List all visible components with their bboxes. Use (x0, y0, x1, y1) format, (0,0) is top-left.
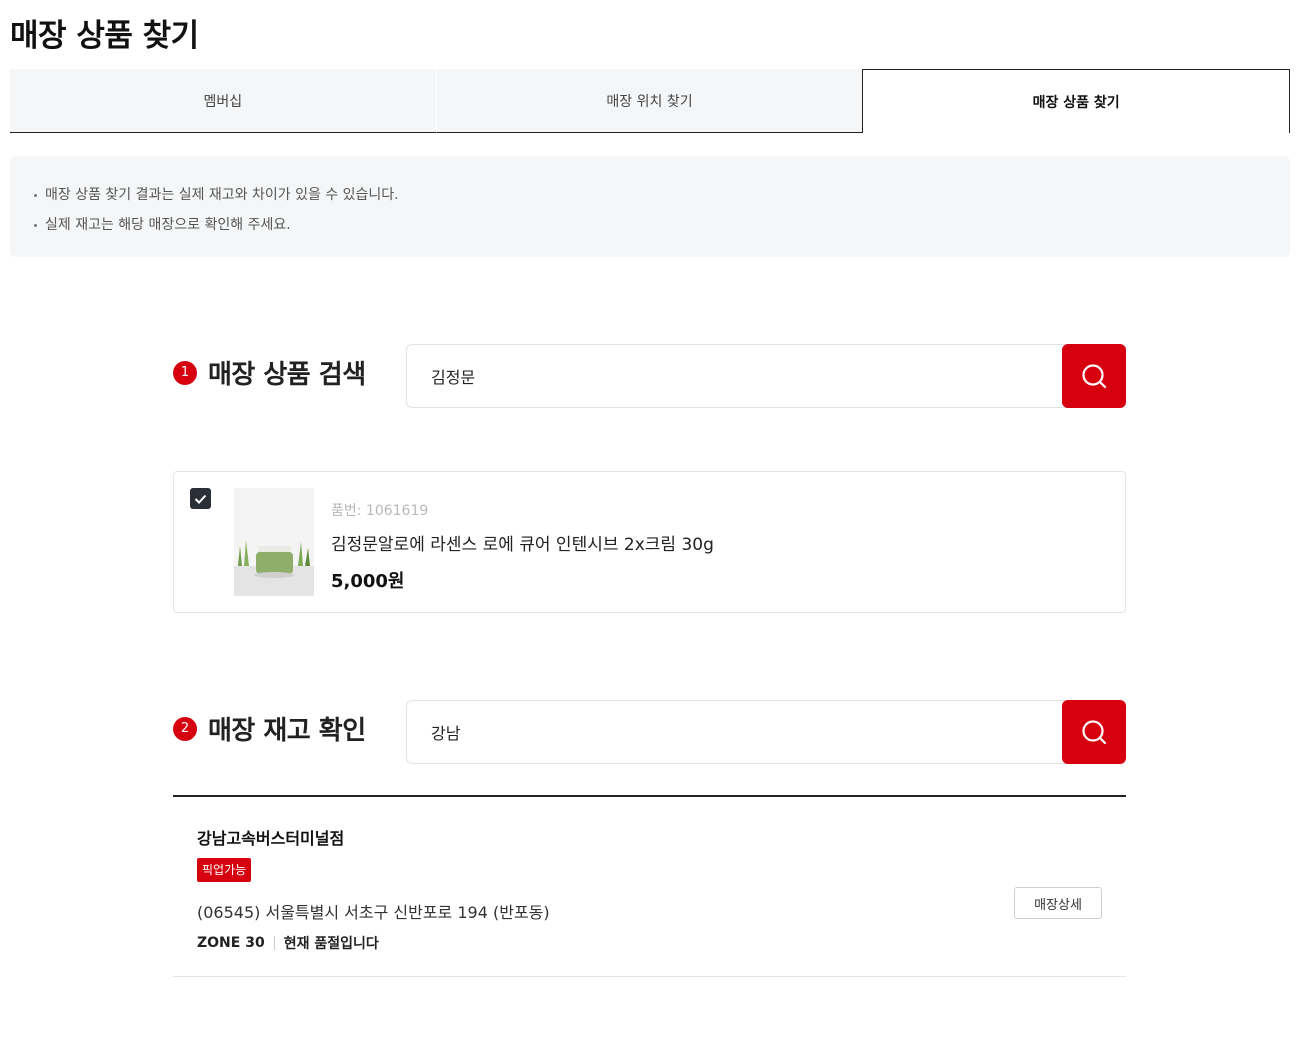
product-info: 품번: 1061619 김정문알로에 라센스 로에 큐어 인텐시브 2x크림 3… (331, 500, 714, 593)
store-list-item: 강남고속버스터미널점 픽업가능 (06545) 서울특별시 서초구 신반포로 1… (173, 797, 1126, 977)
stock-info: ZONE 30 현재 품절입니다 (197, 933, 379, 953)
store-zone: ZONE 30 (197, 935, 265, 951)
tab-membership[interactable]: 멤버십 (10, 69, 436, 133)
pickup-badge: 픽업가능 (197, 858, 252, 882)
store-search (406, 700, 1126, 764)
product-card: 품번: 1061619 김정문알로에 라센스 로에 큐어 인텐시브 2x크림 3… (173, 471, 1126, 613)
tab-store-product[interactable]: 매장 상품 찾기 (862, 69, 1291, 133)
divider (273, 936, 275, 950)
step-number-badge: 2 (173, 716, 197, 741)
product-search-button[interactable] (1062, 344, 1126, 408)
store-result-list: 강남고속버스터미널점 픽업가능 (06545) 서울특별시 서초구 신반포로 1… (173, 795, 1126, 977)
stock-status: 현재 품절입니다 (283, 936, 379, 952)
step1-title: 매장 상품 검색 (208, 360, 366, 390)
tab-store-location[interactable]: 매장 위치 찾기 (435, 69, 863, 133)
notice-box: 매장 상품 찾기 결과는 실제 재고와 차이가 있을 수 있습니다. 실제 재고… (10, 156, 1290, 257)
search-icon (1082, 720, 1107, 745)
product-price: 5,000원 (331, 571, 405, 592)
store-search-input[interactable] (406, 700, 1066, 764)
step-number-badge: 1 (173, 360, 197, 385)
page-title: 매장 상품 찾기 (10, 18, 199, 54)
product-search-input[interactable] (406, 344, 1066, 408)
product-code: 품번: 1061619 (331, 503, 429, 519)
store-name: 강남고속버스터미널점 (197, 829, 345, 848)
notice-item: 매장 상품 찾기 결과는 실제 재고와 차이가 있을 수 있습니다. (32, 180, 1268, 210)
step1-heading: 1 매장 상품 검색 (173, 354, 366, 391)
check-icon (194, 494, 207, 504)
product-image (234, 488, 314, 596)
product-checkbox[interactable] (190, 488, 211, 509)
notice-item: 실제 재고는 해당 매장으로 확인해 주세요. (32, 210, 1268, 240)
store-detail-button[interactable]: 매장상세 (1014, 887, 1102, 919)
tab-bar: 멤버십 매장 위치 찾기 매장 상품 찾기 (10, 69, 1291, 133)
step2-title: 매장 재고 확인 (208, 716, 366, 746)
store-search-button[interactable] (1062, 700, 1126, 764)
search-icon (1082, 364, 1107, 389)
store-address: (06545) 서울특별시 서초구 신반포로 194 (반포동) (197, 903, 550, 922)
product-name: 김정문알로에 라센스 로에 큐어 인텐시브 2x크림 30g (331, 535, 714, 555)
step2-heading: 2 매장 재고 확인 (173, 710, 366, 747)
product-search (406, 344, 1126, 408)
